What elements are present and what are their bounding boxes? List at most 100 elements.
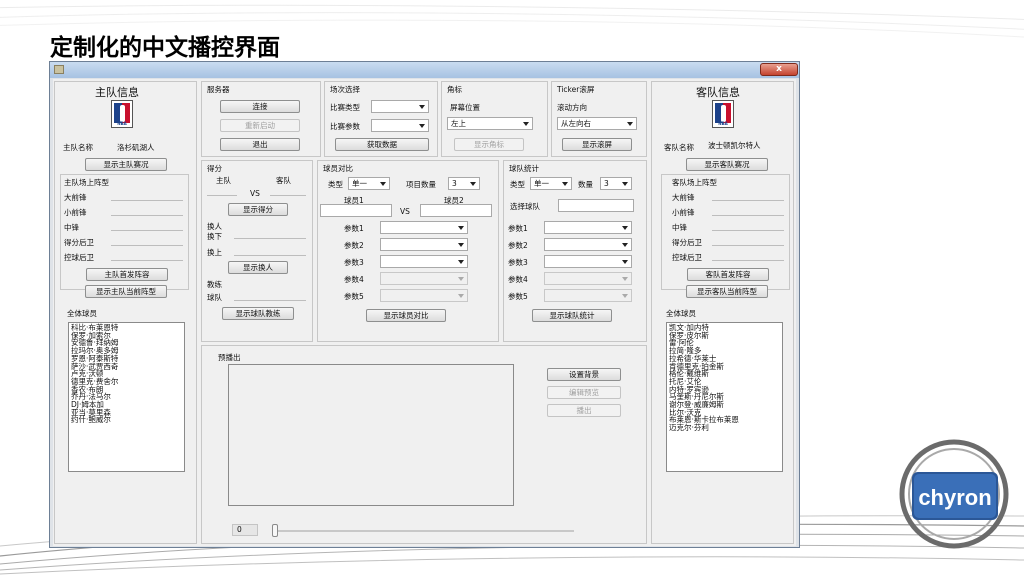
stats-count-label: 数量 xyxy=(578,180,593,189)
screen-position-label: 屏幕位置 xyxy=(450,103,480,112)
stats-type-select[interactable]: 单一 xyxy=(530,177,572,190)
away-position-label: 大前锋 xyxy=(672,193,695,202)
param-label: 参数5 xyxy=(344,292,364,301)
home-position-value xyxy=(111,220,183,231)
chevron-down-icon xyxy=(458,294,464,298)
match-type-select[interactable] xyxy=(371,100,429,113)
close-button[interactable]: x xyxy=(760,63,798,76)
away-position-value xyxy=(712,250,784,261)
scroll-direction-label: 滚动方向 xyxy=(557,103,587,112)
away-position-label: 得分后卫 xyxy=(672,238,702,247)
home-roster-list[interactable]: 科比·布莱恩特 保罗·加索尔 安德鲁·拜纳姆 拉玛尔·奥多姆 罗恩·阿泰斯特 萨… xyxy=(68,322,185,472)
match-type-label: 比赛类型 xyxy=(330,103,360,112)
chevron-down-icon xyxy=(627,122,633,126)
show-away-status-button[interactable]: 显示客队赛况 xyxy=(686,158,768,171)
select-team-field[interactable] xyxy=(558,199,634,212)
preview-label: 预播出 xyxy=(218,353,241,362)
select-team-label: 选择球队 xyxy=(510,202,540,211)
stats-param-select[interactable] xyxy=(544,289,632,302)
compare-count-select[interactable]: 3 xyxy=(448,177,480,190)
player1-field[interactable] xyxy=(320,204,392,217)
home-name-label: 主队名称 xyxy=(63,143,93,152)
scroll-direction-value: 从左向右 xyxy=(561,119,591,128)
list-item[interactable]: 迈克尔·芬利 xyxy=(669,424,780,432)
param-label: 参数3 xyxy=(344,258,364,267)
sub-out-field[interactable] xyxy=(234,228,306,239)
chyron-logo-text: chyron xyxy=(918,485,991,510)
screen-position-select[interactable]: 左上 xyxy=(447,117,533,130)
away-team-panel: 客队信息 NBA 客队名称 波士顿凯尔特人 显示客队赛况 客队场上阵型 大前锋 … xyxy=(651,81,794,544)
output-button[interactable]: 播出 xyxy=(547,404,621,417)
compare-type-select[interactable]: 单一 xyxy=(348,177,390,190)
app-window: x 主队信息 NBA 主队名称 洛杉矶湖人 显示主队赛况 主队场上阵型 大前锋 … xyxy=(49,61,800,548)
show-home-formation-button[interactable]: 显示主队当前阵型 xyxy=(85,285,167,298)
chevron-down-icon xyxy=(622,243,628,247)
show-ticker-button[interactable]: 显示滚屏 xyxy=(562,138,632,151)
stats-type-label: 类型 xyxy=(510,180,525,189)
compare-param-select[interactable] xyxy=(380,238,468,251)
compare-param-select[interactable] xyxy=(380,289,468,302)
compare-param-select[interactable] xyxy=(380,221,468,234)
match-param-select[interactable] xyxy=(371,119,429,132)
sub-out-label: 换下 xyxy=(207,232,222,241)
set-background-button[interactable]: 设置背景 xyxy=(547,368,621,381)
show-home-status-button[interactable]: 显示主队赛况 xyxy=(85,158,167,171)
sub-in-field[interactable] xyxy=(234,245,306,256)
scroll-direction-select[interactable]: 从左向右 xyxy=(557,117,637,130)
preview-group: 预播出 设置背景 编辑预览 播出 0 xyxy=(201,345,647,544)
param-label: 参数4 xyxy=(508,275,528,284)
preview-canvas[interactable] xyxy=(228,364,514,506)
score-home-value xyxy=(207,185,237,196)
chevron-down-icon xyxy=(380,182,386,186)
chevron-down-icon xyxy=(622,226,628,230)
nba-logo: NBA xyxy=(111,100,133,128)
show-corner-button[interactable]: 显示角标 xyxy=(454,138,524,151)
team-field[interactable] xyxy=(234,290,306,301)
param-label: 参数2 xyxy=(508,241,528,250)
fetch-data-button[interactable]: 获取数据 xyxy=(335,138,429,151)
stats-param-select[interactable] xyxy=(544,272,632,285)
screen-position-value: 左上 xyxy=(451,119,466,128)
param-label: 参数1 xyxy=(508,224,528,233)
compare-param-select[interactable] xyxy=(380,272,468,285)
compare-type-value: 单一 xyxy=(352,179,367,188)
show-player-compare-button[interactable]: 显示球员对比 xyxy=(366,309,446,322)
home-position-value xyxy=(111,190,183,201)
list-item[interactable]: 约什·鲍威尔 xyxy=(71,416,182,424)
stats-param-select[interactable] xyxy=(544,221,632,234)
show-away-formation-button[interactable]: 显示客队当前阵型 xyxy=(686,285,768,298)
stats-param-select[interactable] xyxy=(544,255,632,268)
edit-preview-button[interactable]: 编辑预览 xyxy=(547,386,621,399)
away-position-value xyxy=(712,220,784,231)
stats-count-select[interactable]: 3 xyxy=(600,177,632,190)
chevron-down-icon xyxy=(458,243,464,247)
stats-param-select[interactable] xyxy=(544,238,632,251)
home-position-label: 得分后卫 xyxy=(64,238,94,247)
coach-label: 教练 xyxy=(207,280,222,289)
chyron-logo: chyron xyxy=(899,439,1009,549)
timeline-track[interactable] xyxy=(274,530,574,532)
chevron-down-icon xyxy=(470,182,476,186)
player2-field[interactable] xyxy=(420,204,492,217)
home-position-label: 大前锋 xyxy=(64,193,87,202)
away-roster-list[interactable]: 凯文·加内特 保罗·皮尔斯 雷·阿伦 拉简·隆多 拉希德·华莱士 肯德里克·珀金… xyxy=(666,322,783,472)
connect-button[interactable]: 连接 xyxy=(220,100,300,113)
position-readout: 0 xyxy=(232,524,258,536)
chevron-down-icon xyxy=(419,124,425,128)
exit-button[interactable]: 退出 xyxy=(220,138,300,151)
match-select-group: 场次选择 比赛类型 比赛参数 获取数据 xyxy=(324,81,438,157)
show-team-stats-button[interactable]: 显示球队统计 xyxy=(532,309,612,322)
show-score-button[interactable]: 显示得分 xyxy=(228,203,288,216)
chevron-down-icon xyxy=(419,105,425,109)
home-lineup-group: 主队场上阵型 大前锋 小前锋 中锋 得分后卫 控球后卫 主队首发阵容 xyxy=(60,174,189,290)
restart-button[interactable]: 重新启动 xyxy=(220,119,300,132)
show-coach-button[interactable]: 显示球队教练 xyxy=(222,307,294,320)
show-substitution-button[interactable]: 显示换人 xyxy=(228,261,288,274)
timeline-slider-handle[interactable] xyxy=(272,524,278,537)
team-stats-label: 球队统计 xyxy=(509,164,539,173)
compare-count-value: 3 xyxy=(452,179,457,188)
away-starting-lineup-button[interactable]: 客队首发阵容 xyxy=(687,268,769,281)
chevron-down-icon xyxy=(458,226,464,230)
home-starting-lineup-button[interactable]: 主队首发阵容 xyxy=(86,268,168,281)
compare-param-select[interactable] xyxy=(380,255,468,268)
